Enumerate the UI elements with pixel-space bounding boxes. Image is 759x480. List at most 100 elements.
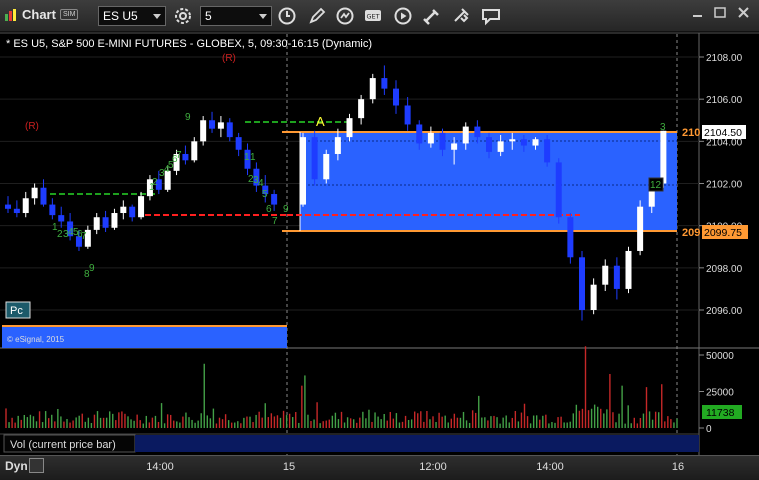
price-axis-label: 2098.00 — [706, 264, 743, 275]
candle-body — [509, 139, 516, 142]
range-high-label: 210 — [682, 127, 700, 139]
chart-app-icon — [5, 9, 16, 21]
sequence-count: 7 — [81, 231, 87, 242]
lock-icon[interactable] — [29, 458, 44, 473]
chart-header: * ES U5, S&P 500 E-MINI FUTURES - GLOBEX… — [6, 38, 372, 50]
candle-body — [226, 122, 233, 138]
range-low-price-value: 2099.75 — [704, 227, 742, 239]
sequence-count: 9 — [185, 112, 191, 123]
price-axis-label: 2096.00 — [706, 306, 743, 317]
volume-last-value: 11738 — [706, 407, 735, 419]
volume-study-label: Vol (current price bar) — [10, 439, 116, 451]
candle-body — [358, 99, 365, 119]
candle-body — [271, 194, 278, 205]
candle-body — [637, 206, 644, 251]
candle-body — [462, 126, 469, 144]
dyn-label[interactable]: Dyn — [5, 459, 28, 473]
candle-body — [200, 120, 207, 142]
time-axis-bar — [0, 455, 759, 480]
candle-body — [451, 143, 458, 150]
candle-body — [22, 198, 29, 214]
count-label: 3 — [660, 122, 666, 133]
candle-body — [93, 217, 100, 230]
candle-body — [520, 139, 527, 146]
candle-body — [532, 139, 539, 146]
price-axis: 2108.002106.002104.002102.002100.002098.… — [699, 53, 743, 317]
maximize-icon[interactable] — [712, 5, 728, 21]
close-icon[interactable] — [736, 5, 752, 21]
time-axis-label: 14:00 — [536, 461, 564, 473]
candle-body — [625, 250, 632, 289]
candle-body — [555, 162, 562, 218]
candle-body — [660, 130, 667, 184]
minimize-icon[interactable] — [690, 5, 706, 21]
tools-icon[interactable] — [420, 6, 442, 26]
pc-label: Pc — [10, 305, 23, 317]
count-label: 12 — [650, 180, 662, 191]
candle-body — [334, 137, 341, 154]
candle-body — [323, 153, 330, 180]
candle-body — [369, 78, 376, 100]
candle-body — [486, 137, 492, 152]
volume-axis-label: 0 — [706, 424, 712, 435]
symbol-input[interactable]: ES U5 — [98, 6, 166, 26]
clock-icon[interactable] — [276, 6, 298, 26]
marker-r: (R) — [222, 53, 236, 64]
get-icon-label: GET — [366, 13, 379, 21]
sequence-count: 6 — [266, 204, 272, 215]
candle-body — [31, 187, 38, 199]
sequence-count: 4 — [258, 178, 264, 189]
price-axis-label: 2108.00 — [706, 53, 743, 64]
gear-icon[interactable] — [172, 6, 194, 26]
candle-body — [416, 124, 423, 144]
candle-body — [182, 153, 189, 161]
candle-body — [5, 204, 11, 209]
candle-body — [474, 126, 481, 138]
sequence-count: 9 — [89, 263, 95, 274]
price-axis-label: 2106.00 — [706, 95, 743, 106]
candle-body — [427, 132, 434, 144]
candle-body — [602, 265, 609, 285]
candle-body — [111, 213, 118, 228]
sequence-count-labels: 912 3 4 56789123 4567 1 12 3 45679 — [52, 112, 289, 280]
candle-body — [49, 204, 56, 216]
get-icon[interactable]: GET — [362, 6, 384, 26]
title-bar: Chart SIM ES U5 5 GET — [0, 0, 759, 32]
candle-body — [58, 215, 65, 222]
marker-a: A — [316, 114, 325, 129]
candle-body — [40, 187, 47, 205]
candle-body — [579, 257, 585, 310]
time-axis-label: 14:00 — [146, 461, 174, 473]
candle-body — [404, 105, 411, 125]
volume-study-bar — [135, 435, 699, 452]
sequence-count: 2 — [152, 177, 158, 188]
pencil-icon[interactable] — [306, 6, 328, 26]
tools2-icon[interactable] — [450, 6, 472, 26]
chat-icon[interactable] — [480, 6, 502, 26]
window-title: Chart — [22, 7, 56, 22]
interval-input[interactable]: 5 — [200, 6, 272, 26]
last-price-value: 2104.50 — [704, 127, 742, 139]
sequence-count: 5 — [262, 189, 268, 200]
volume-axis-label: 50000 — [706, 351, 734, 362]
time-axis-label: 16 — [671, 461, 685, 473]
refresh-icon[interactable] — [334, 6, 356, 26]
chevron-down-icon[interactable] — [153, 14, 161, 19]
chart-canvas[interactable]: 912 3 4 56789123 4567 1 12 3 45679 A (R) (R) 3 1… — [0, 32, 759, 455]
candle-body — [217, 122, 224, 129]
candle-body — [497, 141, 504, 152]
volume-axis: 50000 25000 0 — [699, 351, 734, 435]
candle-body — [544, 139, 551, 163]
candle-body — [311, 137, 318, 180]
sim-badge: SIM — [60, 9, 79, 20]
volume-series — [5, 346, 678, 428]
play-icon[interactable] — [392, 6, 414, 26]
marker-r: (R) — [25, 121, 39, 132]
candle-body — [346, 118, 353, 138]
chevron-down-icon[interactable] — [259, 14, 267, 19]
candle-body — [235, 137, 242, 150]
candle-body — [191, 141, 198, 161]
candle-body — [102, 217, 109, 228]
candle-body — [120, 206, 127, 214]
sequence-count: 9 — [283, 204, 289, 215]
